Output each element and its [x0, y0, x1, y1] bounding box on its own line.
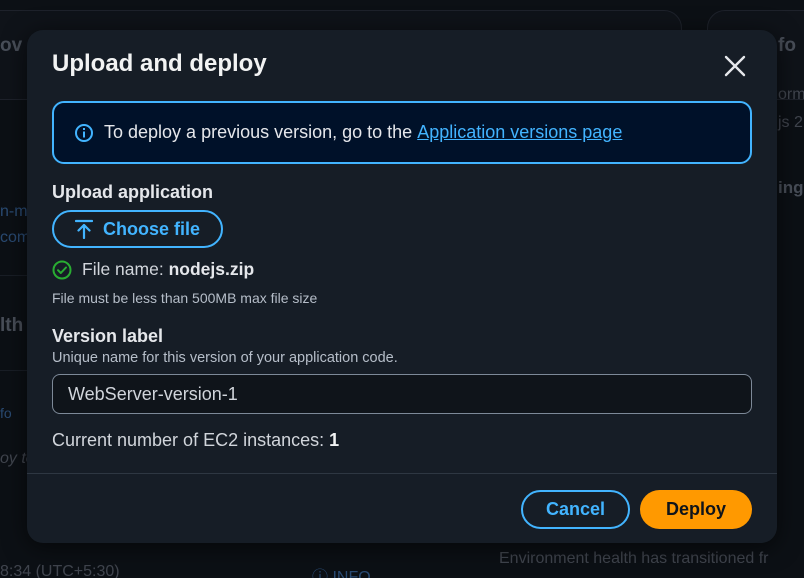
info-icon [74, 123, 94, 143]
success-check-icon [52, 260, 72, 279]
version-label-input[interactable] [52, 374, 752, 414]
modal-title: Upload and deploy [52, 50, 267, 77]
file-size-constraint: File must be less than 500MB max file si… [52, 290, 318, 306]
choose-file-button[interactable]: Choose file [52, 210, 223, 248]
footer-divider [27, 473, 777, 474]
alert-text: To deploy a previous version, go to the [104, 122, 413, 142]
close-button[interactable] [719, 50, 751, 82]
cancel-button[interactable]: Cancel [521, 490, 630, 529]
application-versions-link[interactable]: Application versions page [417, 122, 622, 143]
close-icon [724, 55, 746, 77]
instance-count-value: 1 [329, 430, 340, 450]
choose-file-label: Choose file [102, 218, 200, 239]
file-status: File name: nodejs.zip [52, 259, 254, 280]
deploy-button[interactable]: Deploy [640, 490, 752, 529]
instance-count-label: Current number of EC2 instances: [52, 430, 325, 450]
info-alert: To deploy a previous version, go to the … [52, 101, 752, 164]
version-label-heading: Version label [52, 326, 164, 346]
file-name-prefix: File name: [82, 259, 164, 279]
upload-application-label: Upload application [52, 182, 214, 202]
upload-icon [74, 219, 93, 239]
instance-count: Current number of EC2 instances: 1 [52, 430, 339, 451]
file-name: nodejs.zip [168, 259, 255, 279]
upload-deploy-modal: Upload and deploy To deploy a previous v… [27, 30, 777, 543]
version-label-description: Unique name for this version of your app… [52, 350, 398, 366]
